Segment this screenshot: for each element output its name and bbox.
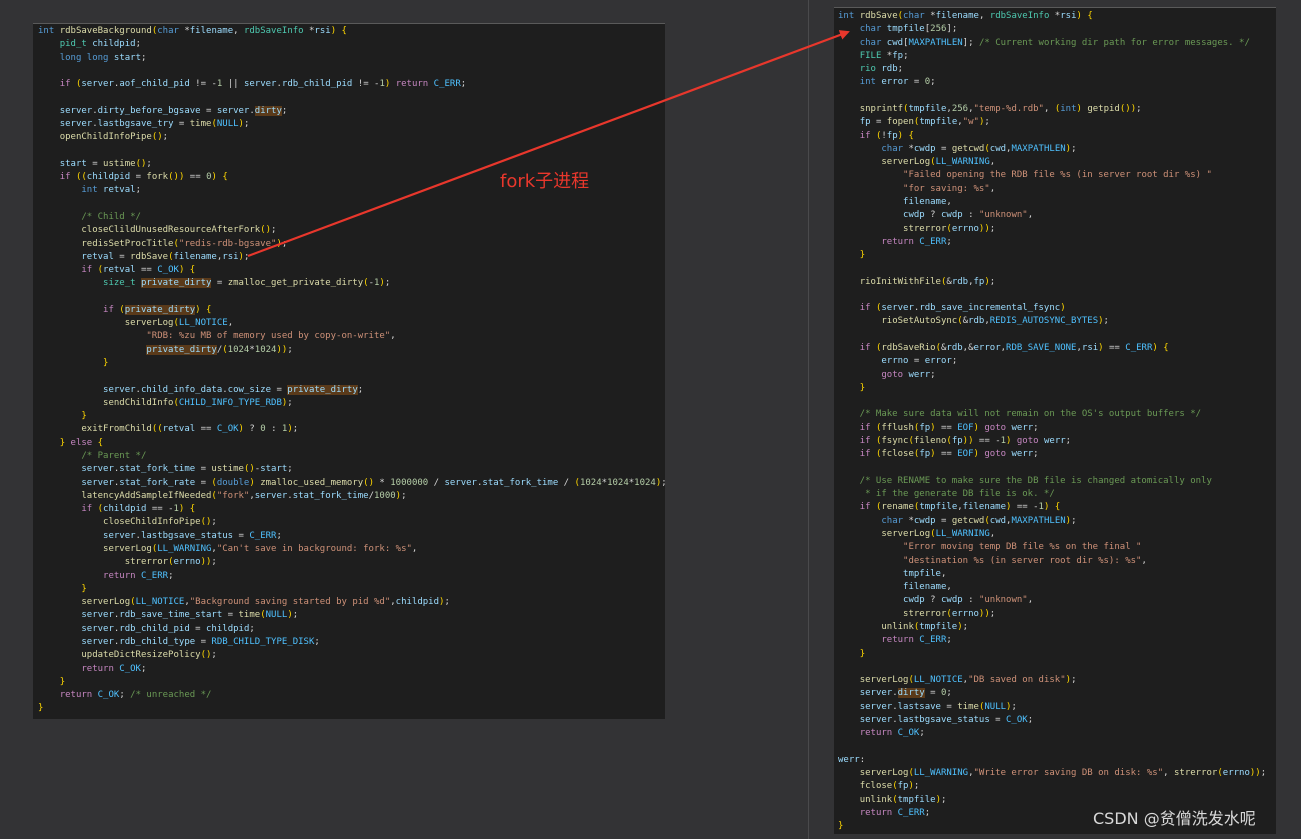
workspace-divider bbox=[808, 0, 809, 839]
code-block-left: int rdbSaveBackground(char *filename, rd… bbox=[38, 26, 665, 714]
code-block-right: int rdbSave(char *filename, rdbSaveInfo … bbox=[838, 11, 1267, 832]
code-panel-rdbSave[interactable]: int rdbSave(char *filename, rdbSaveInfo … bbox=[834, 7, 1276, 834]
csdn-watermark: CSDN @贫僧洗发水呢 bbox=[1093, 809, 1256, 828]
fork-annotation-label: fork子进程 bbox=[500, 171, 590, 192]
code-panel-rdbSaveBackground[interactable]: int rdbSaveBackground(char *filename, rd… bbox=[33, 23, 665, 719]
